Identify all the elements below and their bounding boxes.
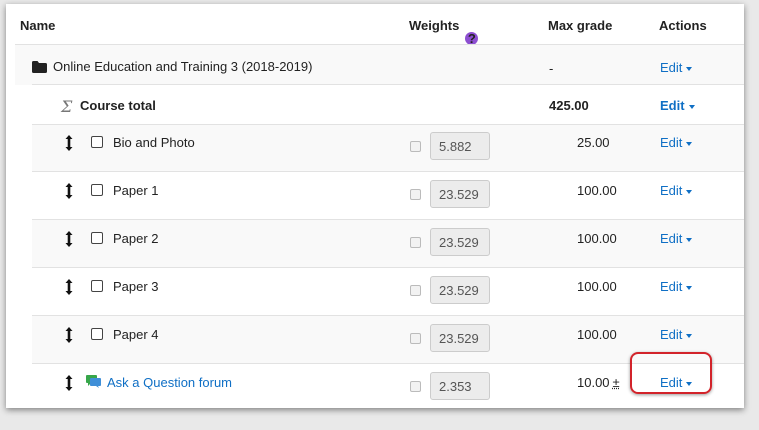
item-edit-label: Edit <box>660 135 683 150</box>
item-edit-menu[interactable]: Edit <box>660 231 693 246</box>
forum-icon <box>86 375 101 388</box>
category-name: Online Education and Training 3 (2018-20… <box>53 59 313 74</box>
column-header-actions: Actions <box>659 18 707 33</box>
weight-input[interactable] <box>430 180 490 208</box>
weight-input[interactable] <box>430 372 490 400</box>
column-header-weights-label: Weights <box>409 18 460 33</box>
caret-down-icon <box>686 285 693 290</box>
folder-icon <box>32 61 47 73</box>
caret-down-icon <box>686 237 693 242</box>
category-edit-label: Edit <box>660 60 683 75</box>
weight-override-checkbox[interactable] <box>410 141 421 152</box>
item-select-checkbox[interactable] <box>91 280 103 292</box>
caret-down-icon <box>686 141 693 146</box>
item-max-grade-value: 10.00 <box>577 375 610 390</box>
item-max-grade: 10.00 ± <box>577 375 620 390</box>
item-edit-label: Edit <box>660 327 683 342</box>
item-edit-label: Edit <box>660 231 683 246</box>
item-edit-label: Edit <box>660 279 683 294</box>
item-name: Paper 2 <box>113 231 159 246</box>
move-icon[interactable] <box>63 279 75 295</box>
sigma-icon: Σ <box>61 97 73 116</box>
caret-down-icon <box>688 104 695 109</box>
item-edit-menu[interactable]: Edit <box>660 279 693 294</box>
item-max-grade: 100.00 <box>577 183 617 198</box>
weight-override-checkbox[interactable] <box>410 333 421 344</box>
item-max-grade: 100.00 <box>577 231 617 246</box>
item-edit-menu[interactable]: Edit <box>660 135 693 150</box>
item-edit-menu[interactable]: Edit <box>660 327 693 342</box>
caret-down-icon <box>686 333 693 338</box>
category-edit-menu[interactable]: Edit <box>660 60 693 75</box>
weight-override-checkbox[interactable] <box>410 285 421 296</box>
item-edit-label: Edit <box>660 183 683 198</box>
weight-input[interactable] <box>430 276 490 304</box>
forum-item-link[interactable]: Ask a Question forum <box>107 375 232 390</box>
item-max-grade: 25.00 <box>577 135 610 150</box>
grade-item-row: Paper 1 100.00 Edit <box>32 171 744 220</box>
caret-down-icon <box>686 66 693 71</box>
move-icon[interactable] <box>63 375 75 391</box>
move-icon[interactable] <box>63 183 75 199</box>
item-name: Paper 4 <box>113 327 159 342</box>
course-total-row: Σ Course total 425.00 Edit <box>32 84 744 125</box>
table-header: Name Weights? Max grade Actions <box>6 4 744 45</box>
column-header-name: Name <box>20 18 56 33</box>
item-select-checkbox[interactable] <box>91 136 103 148</box>
item-select-checkbox[interactable] <box>91 184 103 196</box>
move-icon[interactable] <box>63 231 75 247</box>
course-total-max-grade: 425.00 <box>549 98 589 113</box>
item-edit-menu[interactable]: Edit <box>660 183 693 198</box>
course-total-edit-menu[interactable]: Edit <box>660 98 695 113</box>
weight-override-checkbox[interactable] <box>410 189 421 200</box>
item-select-checkbox[interactable] <box>91 232 103 244</box>
category-max-grade: - <box>549 61 554 76</box>
course-total-label: Course total <box>80 98 156 113</box>
item-name: Bio and Photo <box>113 135 195 150</box>
item-name: Paper 1 <box>113 183 159 198</box>
column-header-weights: Weights? <box>409 18 479 45</box>
course-total-edit-label: Edit <box>660 98 685 113</box>
grade-item-row: Bio and Photo 25.00 Edit <box>32 124 744 172</box>
column-header-max-grade: Max grade <box>548 18 613 33</box>
grade-item-row: Paper 2 100.00 Edit <box>32 219 744 268</box>
item-max-grade: 100.00 <box>577 279 617 294</box>
category-row: Online Education and Training 3 (2018-20… <box>15 44 744 85</box>
weight-input[interactable] <box>430 132 490 160</box>
caret-down-icon <box>686 189 693 194</box>
grade-item-row: Paper 3 100.00 Edit <box>32 267 744 316</box>
move-icon[interactable] <box>63 327 75 343</box>
weight-override-checkbox[interactable] <box>410 381 421 392</box>
item-name: Paper 3 <box>113 279 159 294</box>
move-icon[interactable] <box>63 135 75 151</box>
highlight-callout <box>630 352 712 394</box>
gradebook-setup-table: Name Weights? Max grade Actions Online E… <box>6 4 744 408</box>
weight-override-checkbox[interactable] <box>410 237 421 248</box>
weight-input[interactable] <box>430 324 490 352</box>
item-select-checkbox[interactable] <box>91 328 103 340</box>
weight-input[interactable] <box>430 228 490 256</box>
item-max-grade: 100.00 <box>577 327 617 342</box>
grade-range-indicator: ± <box>612 375 620 390</box>
